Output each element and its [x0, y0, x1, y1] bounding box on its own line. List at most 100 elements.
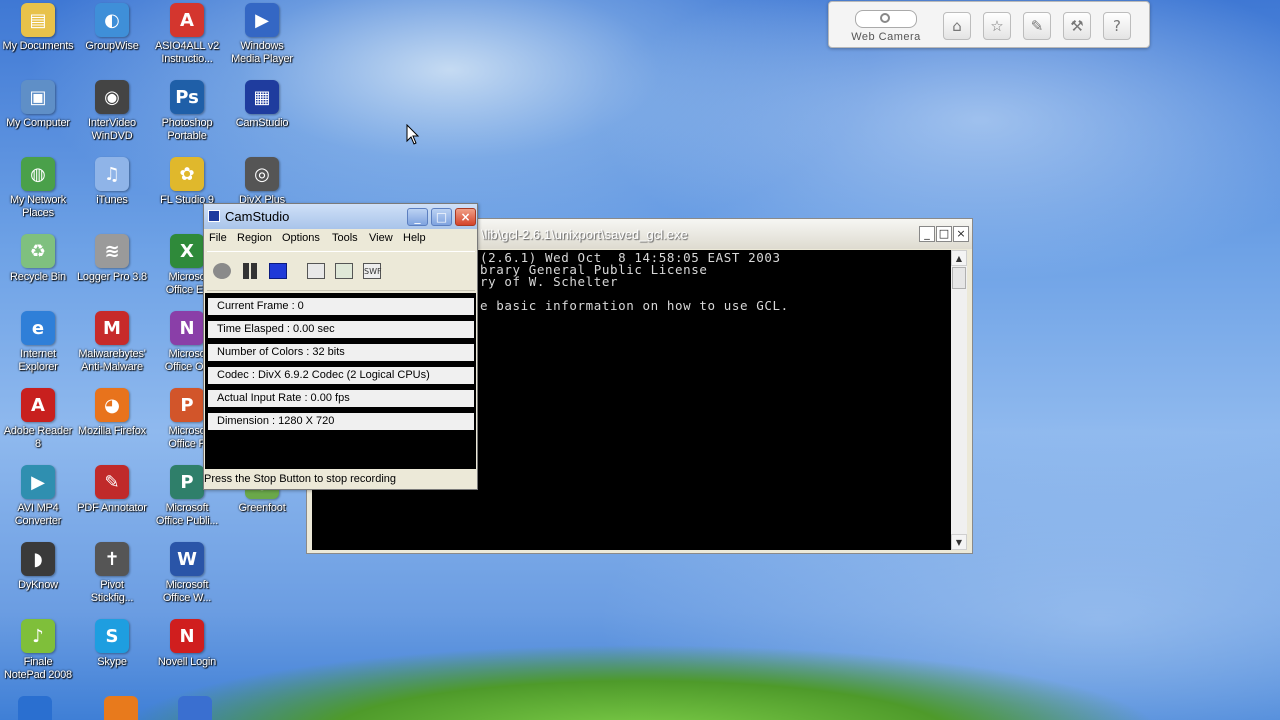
camstudio-close-button[interactable]: ×: [455, 208, 476, 226]
web-camera-label: Web Camera: [851, 31, 921, 43]
desktop-icon-partial[interactable]: [178, 696, 212, 720]
recycle-bin-icon: ♻: [21, 234, 55, 268]
desktop-icon-label: InterVideo WinDVD: [88, 117, 136, 142]
menu-region[interactable]: Region: [237, 232, 272, 244]
stop-icon[interactable]: [269, 263, 287, 279]
menu-help[interactable]: Help: [403, 232, 426, 244]
desktop-icon-partial[interactable]: [18, 696, 52, 720]
stat-number-of-colors: Number of Colors : 32 bits: [208, 344, 474, 361]
desktop-icon-label: My Network Places: [9, 194, 67, 219]
stat-codec: Codec : DivX 6.9.2 Codec (2 Logical CPUs…: [208, 367, 474, 384]
menu-tools[interactable]: Tools: [332, 232, 358, 244]
camstudio-title: CamStudio: [225, 209, 290, 224]
swf-icon[interactable]: SWF: [363, 263, 382, 279]
camstudio-minimize-button[interactable]: _: [407, 208, 428, 226]
desktop-icon[interactable]: ✎ PDF Annotator: [74, 465, 150, 515]
menu-options[interactable]: Options: [282, 232, 320, 244]
scroll-thumb[interactable]: [952, 267, 966, 289]
camstudio-toolbar: SWF: [207, 251, 475, 291]
desktop-icon[interactable]: ◎ DivX Plus: [224, 157, 300, 207]
console-minimize-button[interactable]: _: [919, 226, 935, 242]
desktop-icon[interactable]: ◗ DyKnow: [0, 542, 76, 592]
desktop-icon-label: AVI MP4 Converter: [14, 502, 62, 527]
desktop-icon[interactable]: ◉ InterVideo WinDVD: [74, 80, 150, 143]
computer-icon: ▣: [21, 80, 55, 114]
home-icon[interactable]: ⌂: [943, 12, 971, 40]
camstudio-status-bar: Press the Stop Button to stop recording: [204, 473, 397, 485]
desktop-icon-label: Novell Login: [157, 656, 217, 668]
desktop-icon[interactable]: ✝ Pivot Stickfig...: [74, 542, 150, 605]
edit-icon[interactable]: ✎: [1023, 12, 1051, 40]
desktop-icon-label: My Computer: [6, 117, 70, 129]
desktop-icon-label: iTunes: [96, 194, 128, 206]
converter-icon: ▶: [21, 465, 55, 499]
desktop-icon-label: Adobe Reader 8: [3, 425, 73, 450]
desktop-icon[interactable]: ✿ FL Studio 9: [149, 157, 225, 207]
desktop-icon[interactable]: M Malwarebytes' Anti-Malware: [74, 311, 150, 374]
console-close-button[interactable]: ×: [953, 226, 969, 242]
desktop-icon[interactable]: ♪ Finale NotePad 2008: [0, 619, 76, 682]
help-icon[interactable]: ?: [1103, 12, 1131, 40]
desktop-icon[interactable]: ◐ GroupWise: [74, 3, 150, 53]
menu-file[interactable]: File: [209, 232, 227, 244]
recording-stats-panel: Current Frame : 0 Time Elasped : 0.00 se…: [205, 293, 476, 469]
desktop-icon[interactable]: ▶ Windows Media Player: [224, 3, 300, 66]
desktop-icon[interactable]: ▦ CamStudio: [224, 80, 300, 130]
record-icon[interactable]: [213, 263, 231, 279]
star-icon[interactable]: ☆: [983, 12, 1011, 40]
scroll-up-icon[interactable]: ▲: [951, 250, 967, 266]
desktop-icon[interactable]: A Adobe Reader 8: [0, 388, 76, 451]
camstudio-maximize-button[interactable]: □: [431, 208, 452, 226]
desktop-icon[interactable]: A ASIO4ALL v2 Instructio...: [149, 3, 225, 66]
web-camera-button[interactable]: Web Camera: [843, 10, 929, 43]
desktop-icon[interactable]: N Novell Login: [149, 619, 225, 669]
internet-explorer-icon: e: [21, 311, 55, 345]
desktop-icon[interactable]: Ps Photoshop Portable: [149, 80, 225, 143]
stat-input-rate: Actual Input Rate : 0.00 fps: [208, 390, 474, 407]
desktop-icon-label: Photoshop Portable: [161, 117, 213, 142]
adobe-reader-icon: A: [21, 388, 55, 422]
onenote-icon: N: [170, 311, 204, 345]
console-maximize-button[interactable]: □: [936, 226, 952, 242]
camstudio-titlebar[interactable]: CamStudio _ □ ×: [204, 204, 477, 229]
desktop-icon-label: Microsoft Office W...: [162, 579, 212, 604]
console-scrollbar[interactable]: ▲ ▼: [951, 250, 967, 550]
mouse-cursor-icon: [406, 124, 420, 145]
desktop-icon-label: Microsoft Office Publi...: [155, 502, 219, 527]
console-title: \lib\gcl-2.6.1\unixport\saved_gcl.exe: [481, 227, 688, 242]
groupwise-icon: ◐: [95, 3, 129, 37]
desktop-icon[interactable]: ▤ My Documents: [0, 3, 76, 53]
desktop-icon[interactable]: W Microsoft Office W...: [149, 542, 225, 605]
desktop-icon[interactable]: ◍ My Network Places: [0, 157, 76, 220]
desktop-icon[interactable]: ▣ My Computer: [0, 80, 76, 130]
region-icon[interactable]: [307, 263, 325, 279]
desktop-icon[interactable]: ♻ Recycle Bin: [0, 234, 76, 284]
stat-current-frame: Current Frame : 0: [208, 298, 474, 315]
desktop-icon[interactable]: e Internet Explorer: [0, 311, 76, 374]
camstudio-menubar: File Region Options Tools View Help: [204, 229, 477, 249]
logger-pro-icon: ≋: [95, 234, 129, 268]
desktop-icon[interactable]: ≋ Logger Pro 3.8: [74, 234, 150, 284]
wrench-icon[interactable]: ⚒: [1063, 12, 1091, 40]
web-camera-toolbar: Web Camera ⌂ ☆ ✎ ⚒ ?: [828, 1, 1150, 48]
pause-icon[interactable]: [241, 263, 259, 279]
camstudio-app-icon: [208, 210, 220, 222]
desktop-icon-partial[interactable]: [104, 696, 138, 720]
desktop-icon-label: Mozilla Firefox: [78, 425, 146, 437]
options-icon[interactable]: [335, 263, 353, 279]
word-icon: W: [170, 542, 204, 576]
menu-view[interactable]: View: [369, 232, 393, 244]
desktop-icon[interactable]: S Skype: [74, 619, 150, 669]
desktop-icon-label: Skype: [97, 656, 127, 668]
camstudio-window[interactable]: CamStudio _ □ × File Region Options Tool…: [203, 203, 478, 490]
desktop-icon-label: Recycle Bin: [10, 271, 66, 283]
pdf-annotator-icon: ✎: [95, 465, 129, 499]
desktop-icon[interactable]: ▶ AVI MP4 Converter: [0, 465, 76, 528]
desktop-icon[interactable]: ♫ iTunes: [74, 157, 150, 207]
camstudio-icon: ▦: [245, 80, 279, 114]
scroll-down-icon[interactable]: ▼: [951, 534, 967, 550]
desktop-icon[interactable]: ◕ Mozilla Firefox: [74, 388, 150, 438]
windvd-icon: ◉: [95, 80, 129, 114]
dyknow-icon: ◗: [21, 542, 55, 576]
console-line: e basic information on how to use GCL.: [480, 298, 789, 313]
